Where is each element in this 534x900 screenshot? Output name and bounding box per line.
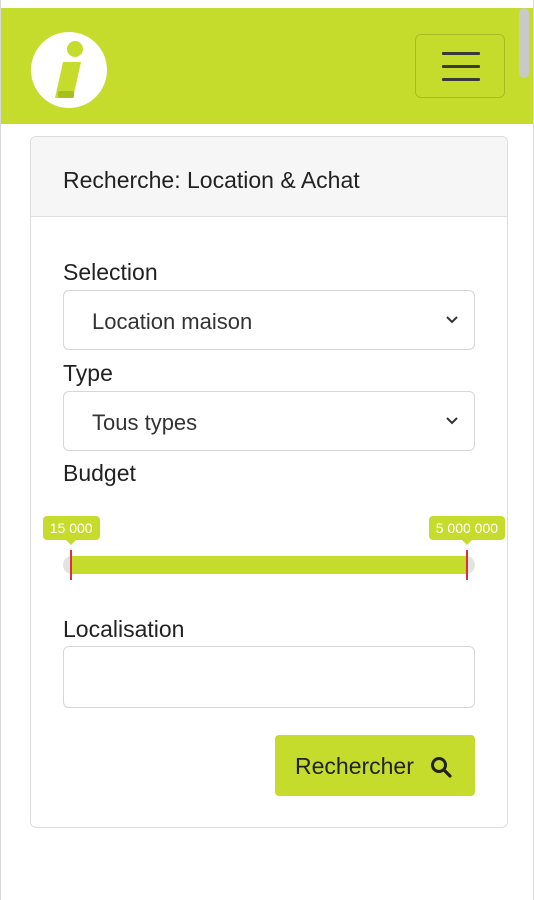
page: Recherche: Location & Achat Selection Lo… xyxy=(0,0,534,900)
budget-slider[interactable] xyxy=(63,550,475,580)
location-input[interactable] xyxy=(63,646,475,708)
search-icon xyxy=(431,757,452,778)
type-select[interactable]: Tous types xyxy=(63,391,475,451)
budget-label: Budget xyxy=(63,460,136,486)
search-button[interactable]: Rechercher xyxy=(275,735,475,796)
selection-value: Location maison xyxy=(92,309,253,334)
budget-slider-range xyxy=(71,556,467,574)
location-label: Localisation xyxy=(63,616,185,642)
menu-toggle-button[interactable] xyxy=(415,34,505,98)
scrollbar-thumb[interactable] xyxy=(519,8,529,78)
navbar xyxy=(1,8,533,124)
budget-max-tooltip: 5 000 000 xyxy=(428,516,506,545)
type-label: Type xyxy=(63,360,113,386)
search-button-label: Rechercher xyxy=(295,753,414,779)
budget-min-handle[interactable] xyxy=(70,550,73,580)
selection-select[interactable]: Location maison xyxy=(63,290,475,350)
search-card: Recherche: Location & Achat Selection Lo… xyxy=(30,136,508,828)
chevron-down-icon xyxy=(446,417,458,425)
budget-min-tooltip: 15 000 xyxy=(42,516,100,545)
info-logo-icon[interactable] xyxy=(31,32,107,108)
selection-label: Selection xyxy=(63,259,158,285)
chevron-down-icon xyxy=(446,316,458,324)
hamburger-menu-icon xyxy=(442,52,480,55)
budget-max-handle[interactable] xyxy=(465,550,468,580)
type-value: Tous types xyxy=(92,410,198,435)
card-title: Recherche: Location & Achat xyxy=(31,137,507,217)
